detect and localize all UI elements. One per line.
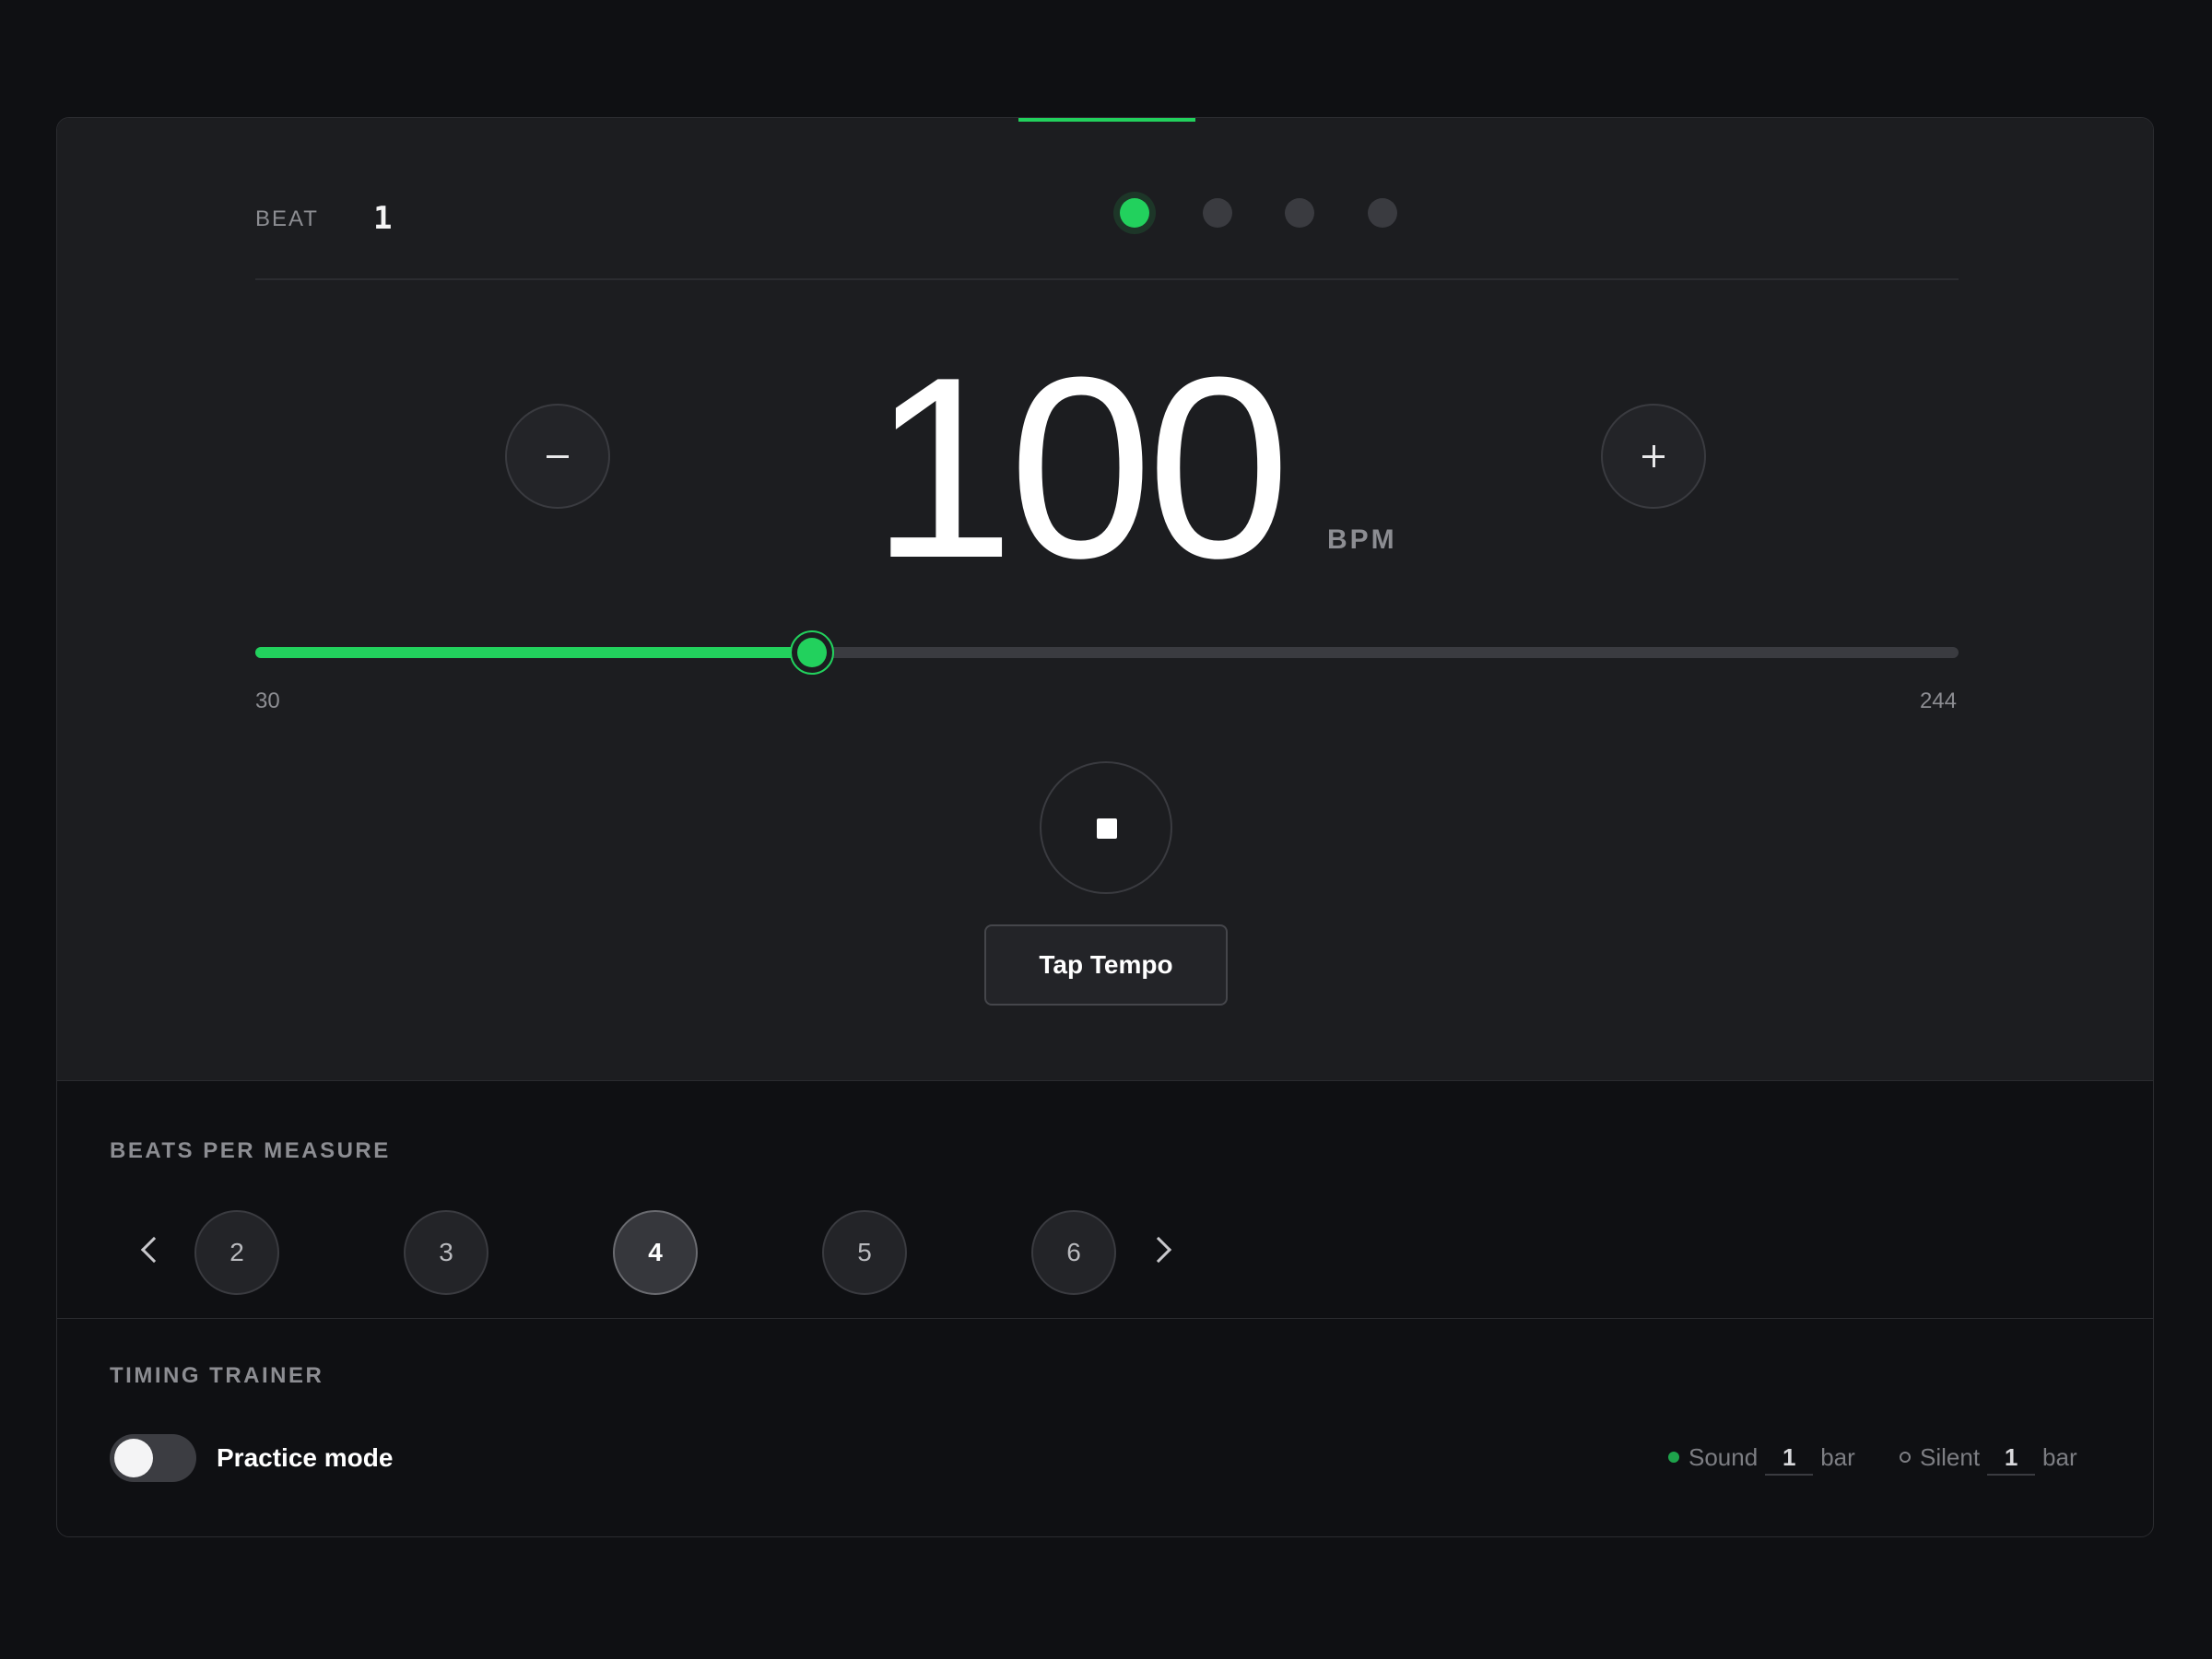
beats-option-2[interactable]: 2 [194, 1210, 279, 1295]
tempo-slider-fill [255, 647, 813, 658]
chevron-left-icon [140, 1236, 168, 1264]
metronome-panel: BEAT 1 100 BPM 30 244 Tap Tempo BEATS PE… [56, 117, 2154, 1537]
tempo-slider-thumb[interactable] [790, 630, 835, 675]
silent-label: Silent [1920, 1443, 1981, 1471]
section-title: BEATS PER MEASURE [110, 1138, 391, 1163]
beat-label: BEAT [255, 206, 319, 231]
next-measure-button[interactable] [1135, 1222, 1191, 1277]
tap-tempo-button[interactable]: Tap Tempo [984, 924, 1228, 1006]
silent-bar-unit: bar [2042, 1443, 2077, 1471]
silent-dot-icon [1900, 1452, 1911, 1464]
beats-per-measure-section: BEATS PER MEASURE 2 3 4 5 6 [57, 1081, 2153, 1319]
sound-bars-setting: Sound 1 bar [1668, 1439, 1855, 1476]
silent-bars-setting: Silent 1 bar [1900, 1439, 2077, 1476]
beats-option-3[interactable]: 3 [404, 1210, 488, 1295]
sound-bars-input[interactable]: 1 [1765, 1441, 1814, 1476]
tempo-min-label: 30 [255, 688, 280, 713]
sound-bar-unit: bar [1820, 1443, 1855, 1471]
beat-dot-3 [1285, 198, 1314, 228]
decrease-tempo-button[interactable] [505, 404, 610, 509]
sound-dot-icon [1668, 1452, 1679, 1464]
chevron-right-icon [1145, 1236, 1172, 1264]
tempo-slider-track[interactable] [255, 647, 1959, 658]
beat-counter: 1 [373, 200, 393, 237]
beat-dot-2 [1203, 198, 1232, 228]
tempo-section: BEAT 1 100 BPM 30 244 Tap Tempo [57, 118, 2153, 1081]
increase-tempo-button[interactable] [1601, 404, 1706, 509]
beats-option-6[interactable]: 6 [1031, 1210, 1116, 1295]
sound-label: Sound [1688, 1443, 1759, 1471]
beat-dot-1 [1120, 198, 1149, 228]
tempo-unit: BPM [1327, 524, 1397, 555]
silent-bars-input[interactable]: 1 [1987, 1441, 2036, 1476]
minus-icon [547, 455, 569, 458]
tempo-max-label: 244 [1919, 688, 1957, 713]
play-stop-button[interactable] [1040, 761, 1172, 894]
stop-icon [1097, 818, 1117, 839]
practice-mode-toggle[interactable] [110, 1434, 196, 1482]
beat-dot-4 [1368, 198, 1397, 228]
toggle-knob [114, 1439, 153, 1477]
prev-measure-button[interactable] [122, 1222, 177, 1277]
beats-option-5[interactable]: 5 [822, 1210, 907, 1295]
divider [255, 278, 1959, 280]
beats-option-4[interactable]: 4 [613, 1210, 698, 1295]
section-title: TIMING TRAINER [110, 1363, 324, 1388]
active-indicator [1018, 118, 1195, 122]
tempo-value: 100 [871, 324, 1290, 612]
practice-mode-label: Practice mode [217, 1443, 394, 1472]
timing-trainer-section: TIMING TRAINER Practice mode Sound 1 bar S… [57, 1319, 2153, 1536]
